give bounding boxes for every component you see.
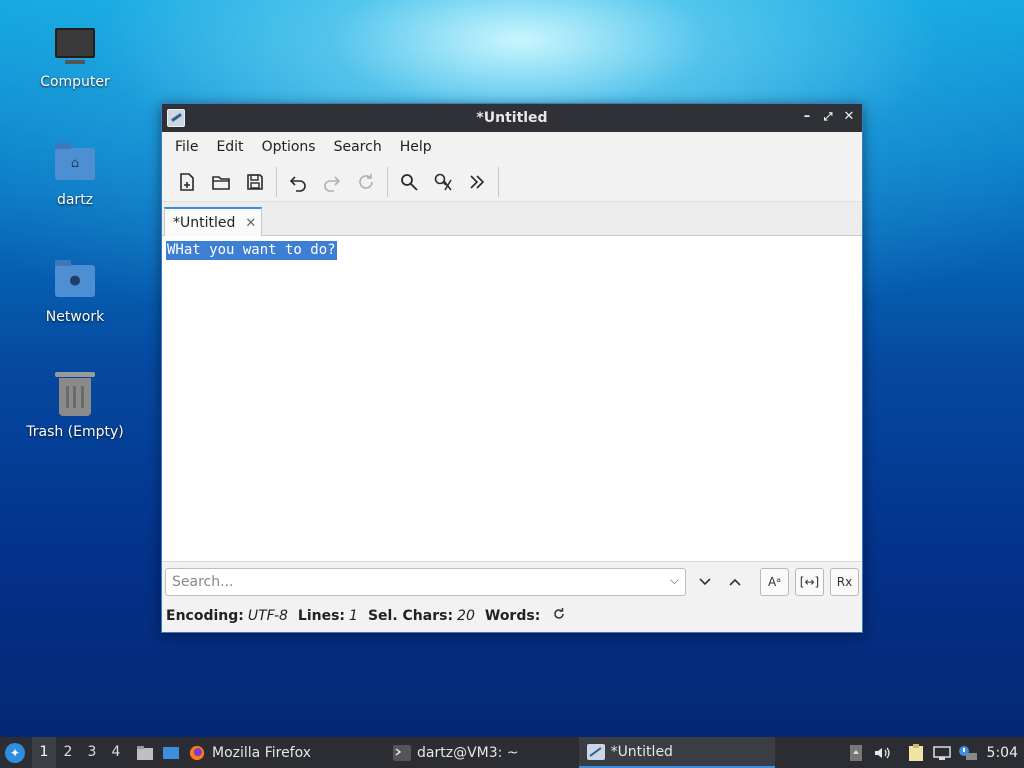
find-replace-icon[interactable] — [426, 166, 460, 198]
workspace-2[interactable]: 2 — [56, 737, 80, 768]
file-manager-icon[interactable] — [132, 737, 158, 768]
toolbar — [162, 162, 862, 202]
save-icon[interactable] — [238, 166, 272, 198]
taskbar: ✦ 1 2 3 4 Mozilla Firefox dartz@VM3: ~ *… — [0, 737, 1024, 768]
home-folder-icon: ⌂ — [51, 140, 99, 188]
clipboard-icon[interactable] — [903, 737, 929, 768]
document-tabs: *Untitled ✕ — [162, 202, 862, 237]
text-editor-area[interactable]: WHat you want to do? — [162, 236, 862, 561]
desktop-icon-home[interactable]: ⌂ dartz — [15, 140, 135, 208]
task-firefox[interactable]: Mozilla Firefox — [184, 737, 319, 768]
menu-bar: File Edit Options Search Help — [162, 132, 862, 162]
window-title: *Untitled — [476, 110, 548, 126]
open-folder-icon[interactable] — [204, 166, 238, 198]
workspace-3[interactable]: 3 — [80, 737, 104, 768]
menu-help[interactable]: Help — [391, 132, 441, 162]
search-bar: ⌵ Aᵃ [↔] Rx — [162, 561, 862, 601]
app-icon — [167, 109, 185, 127]
sel-chars-label: Sel. Chars: — [367, 608, 454, 624]
text-editor-icon — [586, 743, 605, 760]
find-icon[interactable] — [392, 166, 426, 198]
whole-word-button[interactable]: [↔] — [795, 567, 824, 596]
refresh-words-icon[interactable] — [552, 607, 566, 625]
menu-search[interactable]: Search — [325, 132, 391, 162]
menu-options[interactable]: Options — [253, 132, 325, 162]
menu-edit[interactable]: Edit — [207, 132, 252, 162]
find-previous-icon[interactable] — [720, 568, 750, 596]
search-combobox[interactable]: ⌵ — [165, 567, 686, 596]
undo-icon[interactable] — [281, 166, 315, 198]
encoding-value: UTF-8 — [247, 608, 288, 624]
terminal-icon — [393, 744, 412, 761]
desktop-icon-label: Computer — [40, 74, 110, 90]
search-input[interactable] — [172, 573, 642, 590]
start-menu-button[interactable]: ✦ — [0, 737, 30, 768]
go-to-line-icon[interactable] — [460, 166, 494, 198]
desktop-icon-label: Network — [45, 309, 105, 325]
sel-chars-value: 20 — [457, 608, 475, 624]
tab-untitled[interactable]: *Untitled ✕ — [164, 207, 262, 237]
menu-file[interactable]: File — [166, 132, 207, 162]
task-label: dartz@VM3: ~ — [417, 744, 519, 761]
firefox-icon — [189, 745, 205, 760]
lines-value: 1 — [349, 608, 358, 624]
maximize-icon[interactable]: ⤢ — [819, 108, 837, 126]
chevron-down-icon[interactable]: ⌵ — [670, 573, 679, 588]
trash-icon — [51, 372, 99, 420]
network-icon[interactable] — [929, 737, 955, 768]
toolbar-separator — [387, 166, 388, 197]
desktop-icon-network[interactable]: ● Network — [15, 257, 135, 325]
toolbar-separator — [276, 166, 277, 197]
task-terminal[interactable]: dartz@VM3: ~ — [385, 737, 527, 768]
words-label: Words: — [484, 608, 541, 624]
network-folder-icon: ● — [51, 257, 99, 305]
reload-icon[interactable] — [349, 166, 383, 198]
desktop-icon-label: dartz — [56, 192, 94, 208]
show-desktop-icon[interactable] — [158, 737, 184, 768]
workspace-4[interactable]: 4 — [104, 737, 128, 768]
window-titlebar[interactable]: *Untitled – ⤢ ✕ — [162, 104, 862, 132]
status-bar: Encoding: UTF-8 Lines: 1 Sel. Chars: 20 … — [162, 601, 862, 631]
app-menu-icon: ✦ — [5, 742, 25, 763]
find-next-icon[interactable] — [690, 568, 720, 596]
desktop-icon-label: Trash (Empty) — [26, 424, 124, 440]
computer-icon — [51, 22, 99, 70]
lines-label: Lines: — [297, 608, 346, 624]
update-notifier-icon[interactable] — [955, 737, 981, 768]
encoding-label: Encoding: — [166, 608, 244, 624]
close-icon[interactable]: ✕ — [840, 108, 858, 126]
task-untitled[interactable]: *Untitled — [578, 737, 775, 768]
new-document-icon[interactable] — [170, 166, 204, 198]
volume-icon[interactable] — [869, 737, 895, 768]
redo-icon[interactable] — [315, 166, 349, 198]
workspace-1[interactable]: 1 — [32, 737, 56, 768]
task-label: *Untitled — [610, 743, 673, 760]
match-case-button[interactable]: Aᵃ — [760, 567, 789, 596]
tab-label: *Untitled — [173, 215, 236, 231]
tab-close-icon[interactable]: ✕ — [245, 216, 256, 231]
minimize-icon[interactable]: – — [798, 108, 816, 126]
task-label: Mozilla Firefox — [212, 744, 312, 761]
desktop-icon-trash[interactable]: Trash (Empty) — [15, 372, 135, 440]
clipboard-scroll-icon[interactable] — [843, 737, 869, 768]
toolbar-separator — [498, 166, 499, 197]
selected-text: WHat you want to do? — [166, 241, 337, 260]
desktop-icon-computer[interactable]: Computer — [15, 22, 135, 90]
regex-button[interactable]: Rx — [830, 567, 859, 596]
text-editor-window: *Untitled – ⤢ ✕ File Edit Options Search… — [161, 103, 863, 633]
clock[interactable]: 5:04 — [987, 745, 1018, 761]
